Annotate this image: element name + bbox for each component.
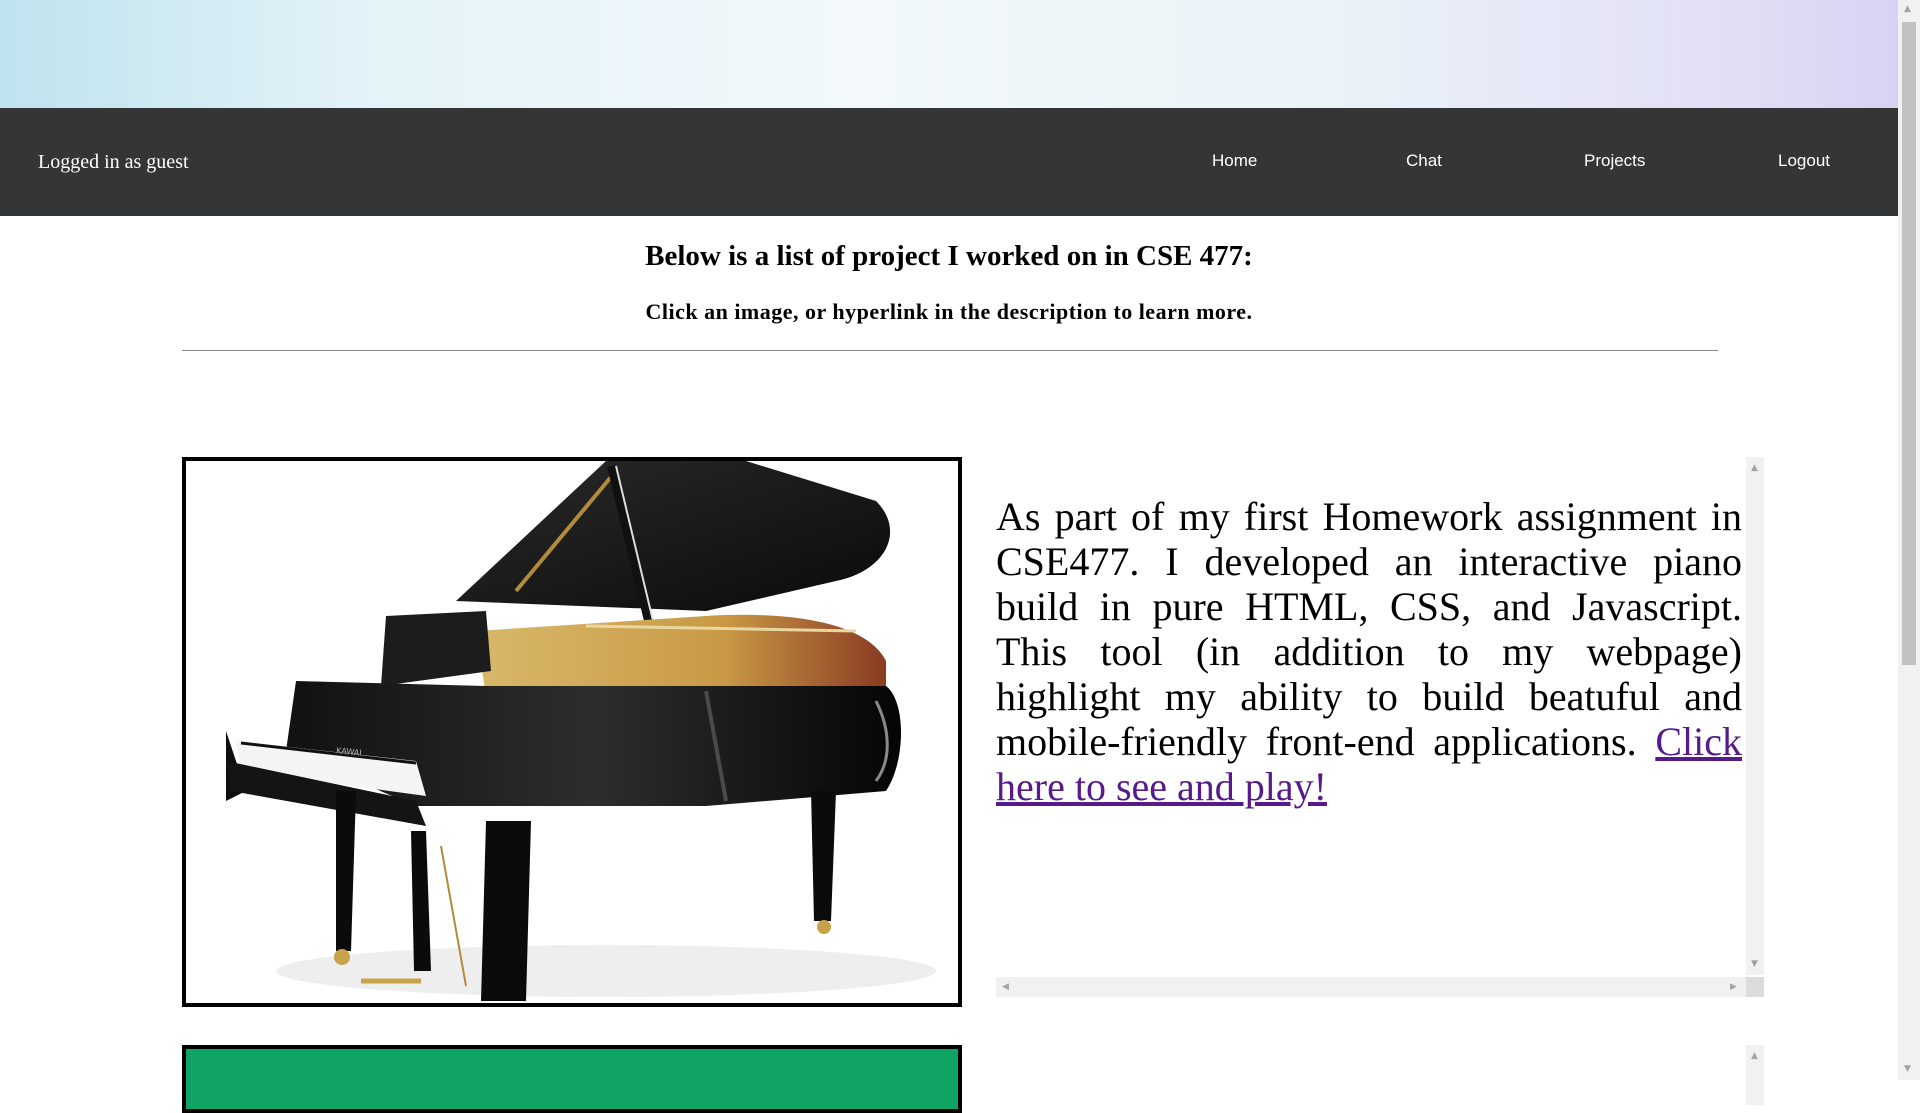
scroll-down-arrow-icon[interactable]: ▼: [1751, 959, 1758, 969]
nav-chat-link[interactable]: Chat: [1406, 151, 1442, 171]
scroll-left-arrow-icon[interactable]: ◀: [1002, 982, 1009, 992]
page-scroll-up-icon[interactable]: ▲: [1904, 4, 1911, 14]
header-banner: [0, 0, 1898, 108]
scroll-right-arrow-icon[interactable]: ▶: [1730, 982, 1737, 992]
project-image-piano[interactable]: KAWAI: [182, 457, 962, 1007]
scrollbar-corner: [1746, 977, 1764, 997]
description-2-vertical-scrollbar[interactable]: ▲: [1746, 1045, 1764, 1105]
page-subtitle: Click an image, or hyperlink in the desc…: [645, 299, 1253, 324]
nav-logout-link[interactable]: Logout: [1778, 151, 1830, 171]
login-status: Logged in as guest: [38, 151, 189, 173]
page-scroll-down-icon[interactable]: ▼: [1904, 1064, 1911, 1074]
project-description-text: As part of my first Homework assignment …: [996, 494, 1742, 764]
page-title: Below is a list of project I worked on i…: [645, 240, 1253, 272]
page-scrollbar-thumb[interactable]: [1902, 22, 1916, 665]
scroll-up-arrow-icon[interactable]: ▲: [1751, 463, 1758, 473]
nav-home-link[interactable]: Home: [1212, 151, 1257, 171]
nav-projects-link[interactable]: Projects: [1584, 151, 1645, 171]
project-description: As part of my first Homework assignment …: [996, 494, 1742, 809]
description-vertical-scrollbar[interactable]: ▲ ▼: [1746, 457, 1764, 975]
description-horizontal-scrollbar[interactable]: ◀ ▶: [996, 977, 1746, 997]
project-description-box[interactable]: As part of my first Homework assignment …: [996, 457, 1764, 997]
grand-piano-icon: KAWAI: [226, 461, 936, 1001]
divider: [182, 350, 1718, 351]
project-image-2[interactable]: [182, 1045, 962, 1113]
scroll-up-arrow-icon[interactable]: ▲: [1751, 1051, 1758, 1061]
